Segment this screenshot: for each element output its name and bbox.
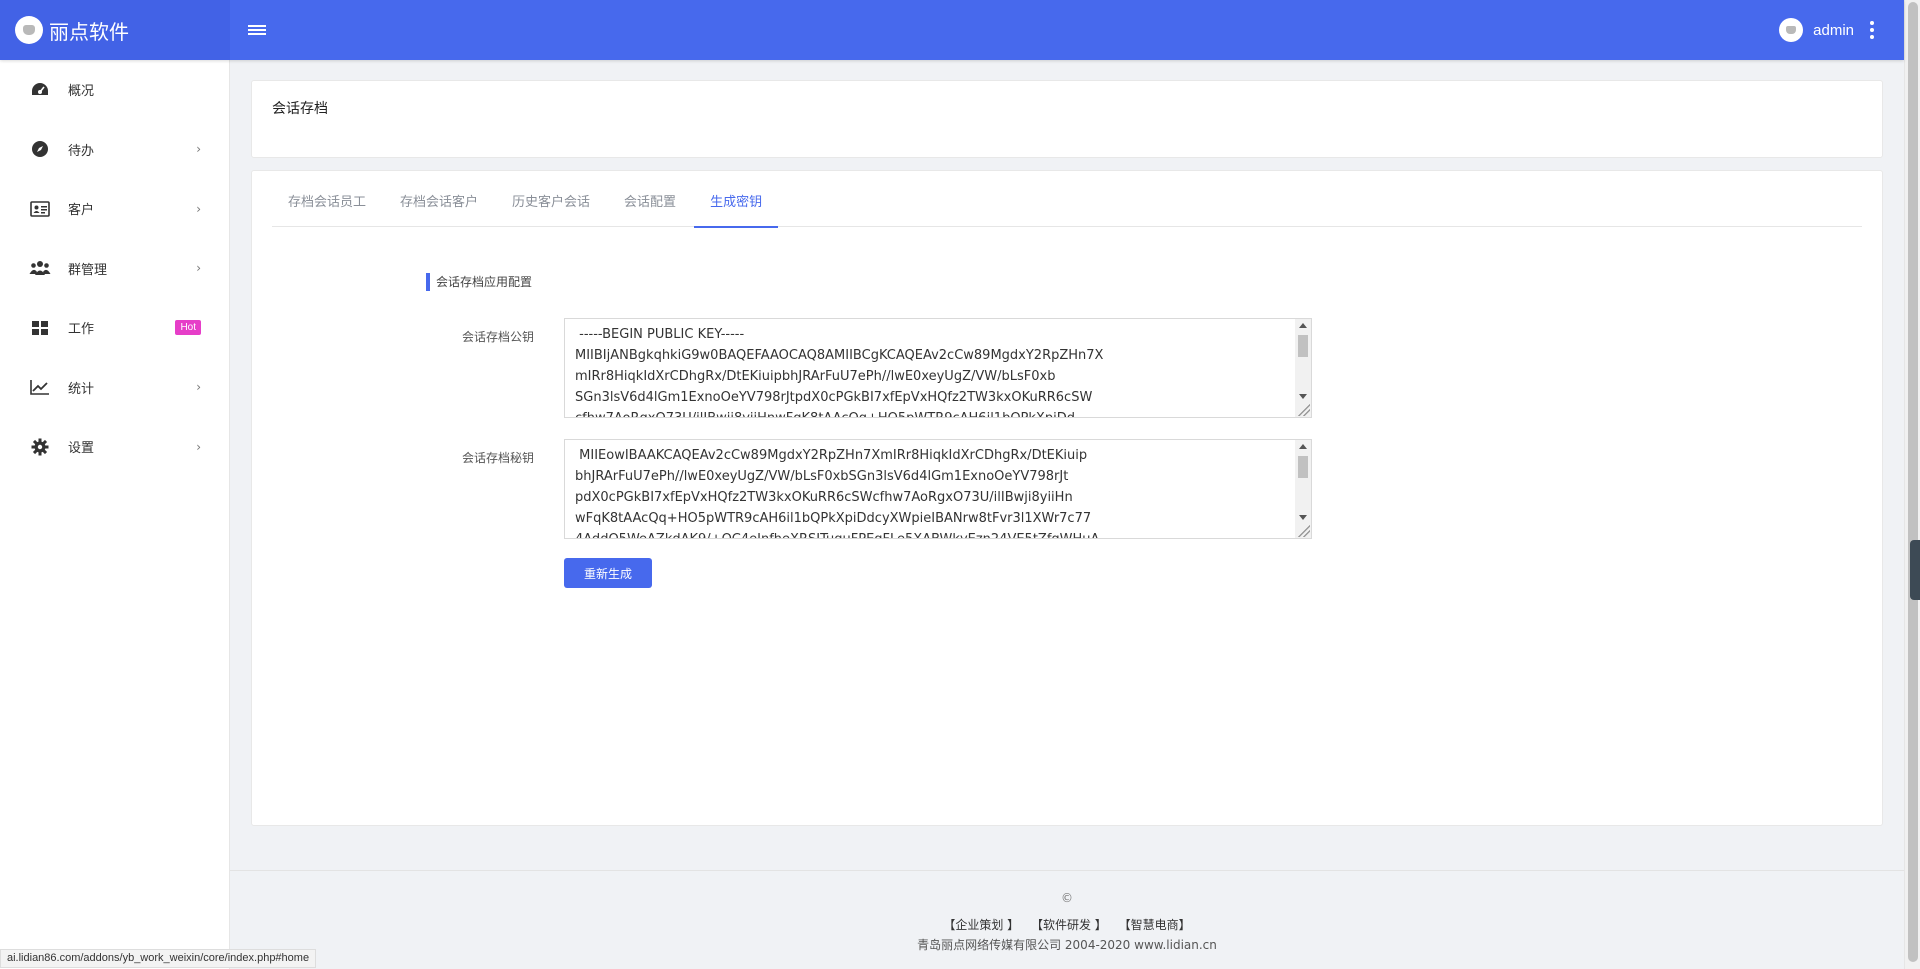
private-key-row: 会话存档秘钥 MIIEowIBAAKCAQEAv2cCw89MgdxY2RpZH… [426,439,1312,539]
tab-generate-key[interactable]: 生成密钥 [694,171,779,228]
regenerate-button[interactable]: 重新生成 [564,558,652,588]
top-navbar: 丽点软件 admin [0,0,1904,60]
sidebar-item-label: 设置 [68,441,95,457]
sidebar-item-label: 概况 [68,84,95,100]
public-key-textarea[interactable]: -----BEGIN PUBLIC KEY----- MIIBIjANBgkqh… [565,319,1297,417]
tab-bar: 存档会话员工 存档会话客户 历史客户会话 会话配置 生成密钥 [272,171,1862,228]
tab-history-sessions[interactable]: 历史客户会话 [496,171,606,227]
sidebar-item-label: 工作 [68,322,95,338]
private-key-textarea-box: MIIEowIBAAKCAQEAv2cCw89MgdxY2RpZHn7XmIRr… [564,439,1312,539]
sidebar-item-label: 群管理 [68,262,108,278]
footer-link-ecommerce[interactable]: 【智慧电商】 [1119,918,1191,932]
page-title: 会话存档 [272,101,328,117]
logo-area[interactable]: 丽点软件 [0,0,230,60]
scroll-up-icon[interactable] [1299,323,1307,328]
sidebar-item-statistics[interactable]: 统计 › [0,358,229,418]
chevron-right-icon: › [196,380,201,395]
private-key-textarea[interactable]: MIIEowIBAAKCAQEAv2cCw89MgdxY2RpZHn7XmIRr… [565,440,1297,538]
scroll-thumb[interactable] [1298,456,1308,478]
resize-grip-icon[interactable] [1298,404,1310,416]
sidebar-item-todo[interactable]: 待办 › [0,120,229,180]
sidebar-item-label: 统计 [68,381,95,397]
gear-icon [28,437,52,457]
sidebar: 概况 待办 › 客户 › 群管理 › 工作 Hot 统计 › 设置 › [0,60,230,969]
users-icon [28,258,52,278]
tab-archived-staff[interactable]: 存档会话员工 [272,171,382,227]
footer-links: 【企业策划 】 【软件研发 】 【智慧电商】 [230,916,1904,933]
logo-icon [15,16,43,44]
resize-grip-icon[interactable] [1298,525,1310,537]
footer-link-planning[interactable]: 【企业策划 】 [943,918,1019,932]
user-menu: admin [1779,18,1904,42]
scroll-down-icon[interactable] [1299,515,1307,520]
private-key-label: 会话存档秘钥 [461,451,534,465]
textarea-scrollbar[interactable] [1295,319,1311,417]
chevron-right-icon: › [196,142,201,157]
side-drawer-handle[interactable] [1910,540,1920,600]
public-key-textarea-box: -----BEGIN PUBLIC KEY----- MIIBIjANBgkqh… [564,318,1312,418]
main-card: 存档会话员工 存档会话客户 历史客户会话 会话配置 生成密钥 会话存档应用配置 … [251,170,1883,826]
copyright: © [1061,891,1073,905]
scroll-down-icon[interactable] [1299,394,1307,399]
scroll-up-icon[interactable] [1299,444,1307,449]
public-key-label: 会话存档公钥 [461,330,534,344]
grid-icon [28,318,52,338]
sidebar-item-groups[interactable]: 群管理 › [0,239,229,299]
avatar[interactable] [1779,18,1804,42]
more-vertical-icon[interactable] [1870,21,1874,39]
page-title-card: 会话存档 [251,80,1883,158]
sidebar-item-overview[interactable]: 概况 [0,60,229,120]
username[interactable]: admin [1813,22,1854,39]
page-scroll-thumb[interactable] [1908,2,1918,962]
sidebar-item-settings[interactable]: 设置 › [0,417,229,477]
tab-archived-customers[interactable]: 存档会话客户 [384,171,494,227]
hot-badge: Hot [175,320,201,336]
sidebar-item-label: 客户 [68,203,95,219]
public-key-row: 会话存档公钥 -----BEGIN PUBLIC KEY----- MIIBIj… [426,318,1312,418]
sidebar-item-work[interactable]: 工作 Hot [0,298,229,358]
scroll-thumb[interactable] [1298,335,1308,357]
footer: © 【企业策划 】 【软件研发 】 【智慧电商】 青岛丽点网络传媒有限公司 20… [230,870,1904,969]
section-title: 会话存档应用配置 [426,273,532,291]
chevron-right-icon: › [196,439,201,454]
line-chart-icon [28,377,52,397]
footer-link-software[interactable]: 【软件研发 】 [1031,918,1107,932]
company-info: 青岛丽点网络传媒有限公司 2004-2020 www.lidian.cn [917,938,1217,952]
sidebar-item-label: 待办 [68,143,95,159]
logo-text: 丽点软件 [49,19,129,44]
page-scrollbar[interactable] [1904,0,1920,969]
sidebar-item-customers[interactable]: 客户 › [0,179,229,239]
chevron-right-icon: › [196,201,201,216]
textarea-scrollbar[interactable] [1295,440,1311,538]
dashboard-icon [28,80,52,100]
compass-icon [28,139,52,159]
status-bar-url: ai.lidian86.com/addons/yb_work_weixin/co… [0,949,317,968]
id-card-icon [28,199,52,219]
chevron-right-icon: › [196,261,201,276]
hamburger-menu-icon[interactable] [248,23,266,37]
tab-session-config[interactable]: 会话配置 [608,171,692,227]
